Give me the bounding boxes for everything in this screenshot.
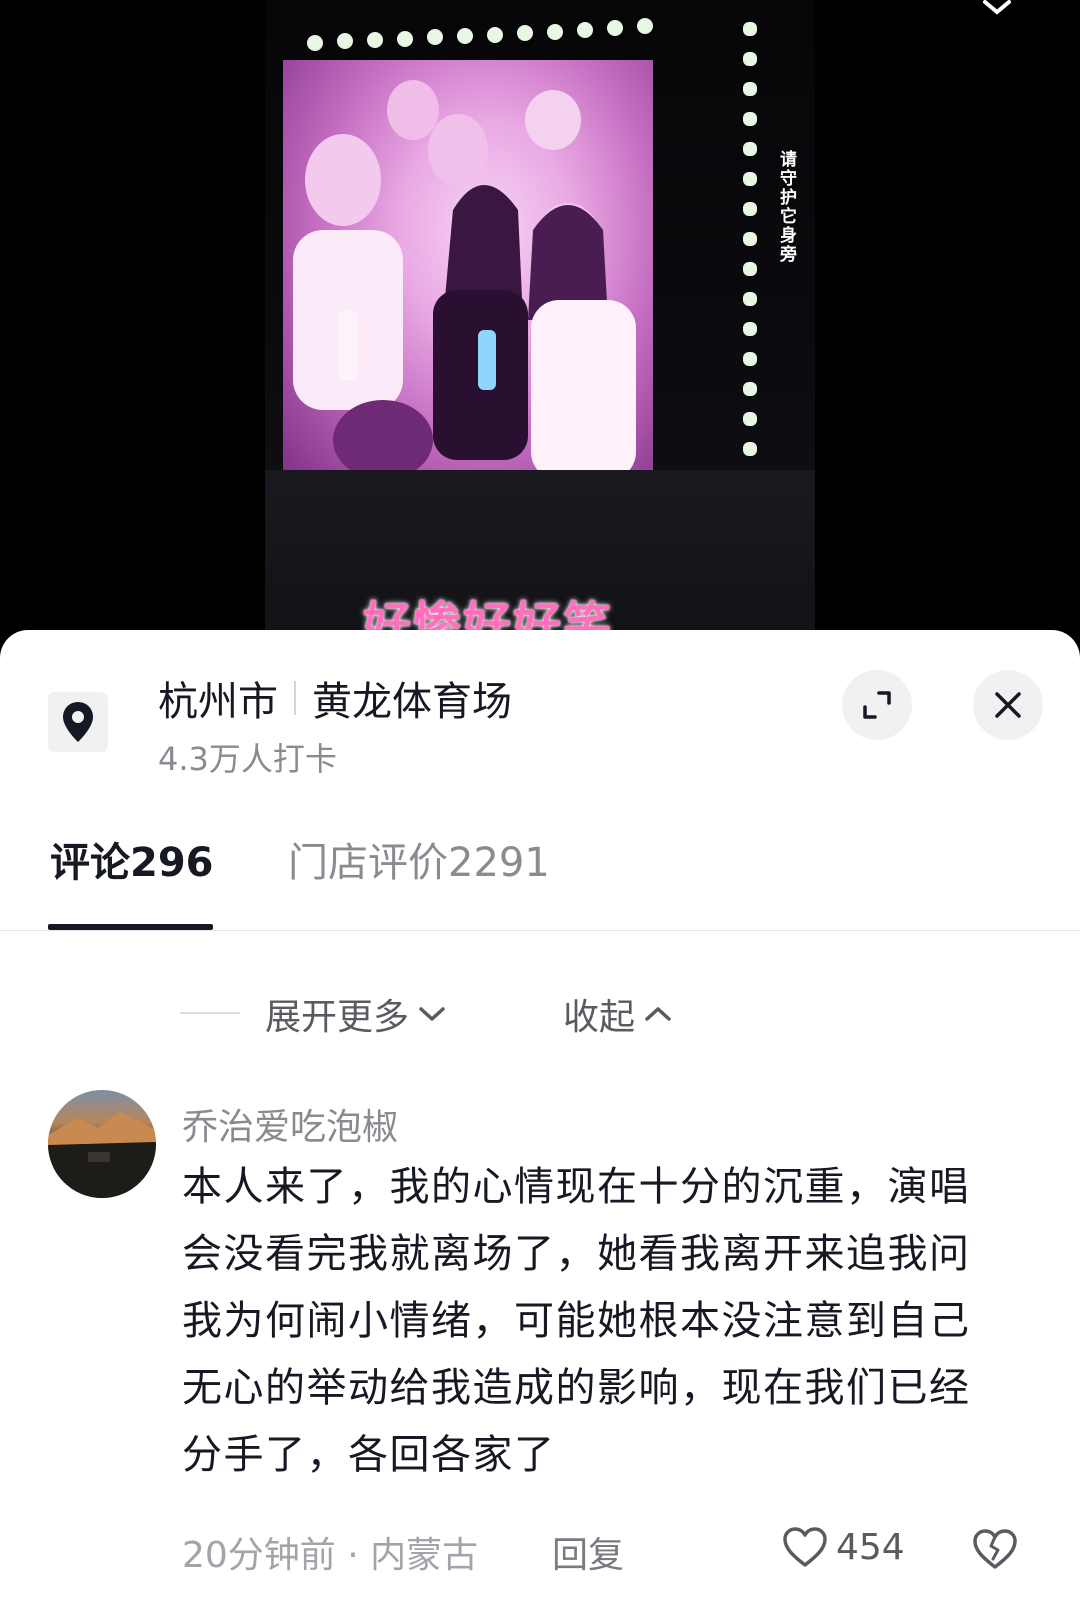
location-venue: 黄龙体育场 — [312, 679, 512, 725]
like-count: 454 — [836, 1526, 905, 1568]
close-button[interactable] — [973, 670, 1043, 740]
location-comment-sheet: 杭州市 黄龙体育场 4.3万人打卡 评论296 门店评价2291 展开更多 收起 — [0, 630, 1080, 1607]
concert-stage: 请守护它身旁 — [265, 0, 815, 660]
close-icon — [995, 692, 1021, 718]
collapse-label: 收起 — [563, 997, 636, 1038]
like-button[interactable]: 454 — [782, 1526, 905, 1568]
location-icon-box — [48, 692, 108, 752]
screen-vertical-caption: 请守护它身旁 — [776, 150, 796, 264]
comment-username[interactable]: 乔治爱吃泡椒 — [182, 1098, 398, 1150]
location-pin-icon — [63, 702, 93, 742]
avatar[interactable] — [48, 1090, 156, 1198]
chevron-down-icon — [419, 1007, 445, 1021]
avatar-landscape-image — [48, 1112, 156, 1198]
tab-comments[interactable]: 评论296 — [50, 830, 214, 888]
comment-time-location: 20分钟前 · 内蒙古 — [182, 1535, 479, 1576]
comment-text: 本人来了，我的心情现在十分的沉重，演唱会没看完我就离场了，她看我离开来追我问我为… — [182, 1164, 971, 1478]
active-tab-indicator — [48, 924, 213, 930]
tab-store-reviews[interactable]: 门店评价2291 — [288, 830, 550, 888]
broken-heart-icon — [973, 1529, 1017, 1569]
thread-controls: 展开更多 收起 — [0, 988, 1080, 1038]
location-city: 杭州市 — [158, 679, 278, 725]
comment-meta: 20分钟前 · 内蒙古 回复 454 — [182, 1526, 1042, 1576]
reply-button[interactable]: 回复 — [552, 1526, 624, 1578]
stage-led-lights-top — [307, 18, 653, 51]
title-divider — [294, 681, 296, 715]
expand-more-label: 展开更多 — [265, 997, 410, 1038]
expand-button[interactable] — [842, 670, 912, 740]
stage-led-lights-right — [743, 22, 757, 456]
big-screen-crowd-image — [283, 60, 653, 485]
tab-bar: 评论296 门店评价2291 — [0, 820, 1080, 931]
crowd-illustration — [293, 80, 636, 480]
video-player[interactable]: 请守护它身旁 好惨好好笑 — [0, 0, 1080, 660]
expand-more-button[interactable]: 展开更多 — [265, 988, 447, 1040]
dislike-button[interactable] — [972, 1528, 1018, 1579]
thread-line — [180, 1012, 240, 1014]
comment-item: 乔治爱吃泡椒 本人来了，我的心情现在十分的沉重，演唱会没看完我就离场了，她看我离… — [0, 1090, 1080, 1610]
collapse-arrow-icon[interactable] — [975, 0, 1015, 20]
expand-icon — [863, 691, 891, 719]
checkin-count: 4.3万人打卡 — [158, 740, 337, 778]
heart-icon — [783, 1527, 827, 1567]
location-title[interactable]: 杭州市 黄龙体育场 — [158, 670, 512, 726]
chevron-up-icon — [645, 1007, 671, 1021]
collapse-button[interactable]: 收起 — [563, 988, 673, 1040]
